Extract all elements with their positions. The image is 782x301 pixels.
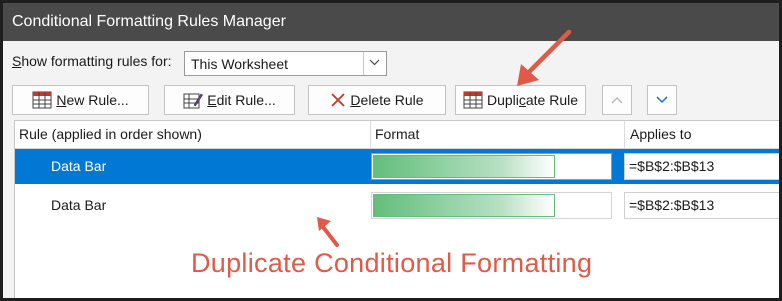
data-bar-preview [373, 194, 555, 217]
table-row[interactable]: Data Bar =$B$2:$B$13 [15, 188, 779, 223]
column-header-format[interactable]: Format [375, 121, 419, 148]
duplicate-icon [463, 91, 483, 109]
new-rule-button[interactable]: New Rule... [12, 85, 149, 115]
column-header-applies-to[interactable]: Applies to [630, 121, 691, 148]
column-header-rule[interactable]: Rule (applied in order shown) [19, 121, 202, 148]
format-preview [371, 153, 612, 180]
show-rules-dropdown[interactable]: This Worksheet [184, 51, 387, 76]
data-bar-preview [373, 155, 555, 178]
show-rules-value: This Worksheet [191, 56, 288, 72]
delete-rule-button[interactable]: Delete Rule [308, 85, 446, 115]
edit-rule-button[interactable]: Edit Rule... [164, 85, 295, 115]
applies-to-field[interactable]: =$B$2:$B$13 [624, 153, 779, 180]
chevron-down-icon [656, 96, 668, 104]
move-down-button[interactable] [647, 85, 677, 115]
new-rule-icon [32, 91, 52, 109]
rule-name: Data Bar [51, 197, 107, 213]
annotation-caption: Duplicate Conditional Formatting [191, 248, 593, 278]
chevron-down-icon[interactable] [363, 52, 386, 75]
annotation-arrow-icon [317, 217, 339, 247]
rule-name: Data Bar [51, 158, 107, 174]
move-up-button[interactable] [602, 85, 632, 115]
format-preview [371, 192, 612, 219]
edit-rule-icon [183, 93, 204, 109]
annotation-arrow-icon [517, 29, 572, 86]
delete-icon [331, 93, 346, 107]
applies-to-field[interactable]: =$B$2:$B$13 [624, 192, 779, 219]
rules-manager-dialog: Conditional Formatting Rules Manager Sho… [0, 0, 782, 301]
table-row[interactable]: Data Bar =$B$2:$B$13 [15, 149, 779, 184]
chevron-up-icon [611, 97, 623, 104]
show-rules-label: Show formatting rules for: [12, 53, 172, 69]
dialog-title: Conditional Formatting Rules Manager [3, 3, 779, 41]
